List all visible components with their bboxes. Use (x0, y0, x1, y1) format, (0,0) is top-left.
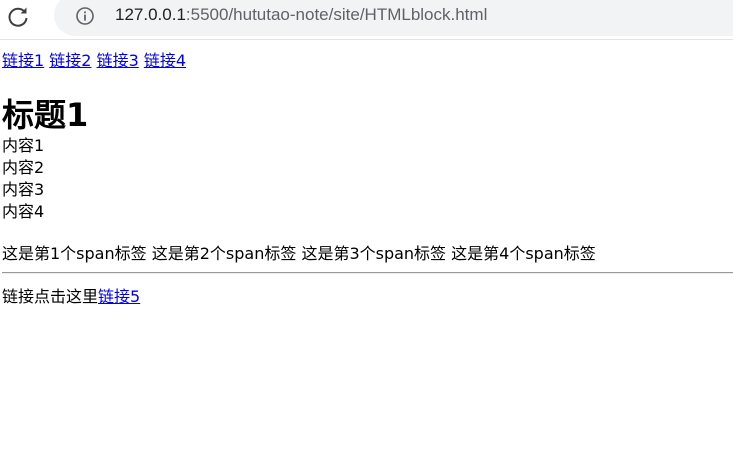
nav-link-2[interactable]: 链接2 (49, 51, 91, 70)
span-4: 这是第4个span标签 (451, 244, 596, 263)
page-content: 链接1 链接2 链接3 链接4 标题1 内容1 内容2 内容3 内容4 这是第1… (0, 50, 733, 308)
horizontal-rule (2, 272, 733, 274)
paragraph-2: 内容2 (2, 158, 45, 177)
url-path: :5500/hututao-note/site/HTMLblock.html (185, 5, 488, 24)
nav-link-1[interactable]: 链接1 (2, 51, 44, 70)
footer-link-5[interactable]: 链接5 (98, 287, 140, 306)
url-host: 127.0.0.1 (115, 5, 186, 24)
span-line: 这是第1个span标签 这是第2个span标签 这是第3个span标签 这是第4… (2, 243, 733, 265)
span-2: 这是第2个span标签 (151, 244, 297, 263)
footer-prefix: 链接点击这里 (2, 287, 99, 306)
span-3: 这是第3个span标签 (301, 244, 447, 263)
url-text[interactable]: 127.0.0.1:5500/hututao-note/site/HTMLblo… (115, 5, 487, 25)
reload-icon[interactable] (6, 5, 30, 29)
paragraph-3: 内容3 (2, 180, 45, 199)
address-bar[interactable]: 127.0.0.1:5500/hututao-note/site/HTMLblo… (54, 0, 733, 36)
nav-links: 链接1 链接2 链接3 链接4 (2, 50, 733, 72)
page-heading: 标题1 (2, 96, 89, 134)
paragraph-4: 内容4 (2, 202, 45, 221)
browser-toolbar: 127.0.0.1:5500/hututao-note/site/HTMLblo… (0, 0, 733, 40)
span-1: 这是第1个span标签 (2, 244, 147, 263)
nav-link-3[interactable]: 链接3 (97, 51, 139, 70)
footer-line: 链接点击这里链接5 (2, 286, 733, 308)
info-icon[interactable] (75, 6, 95, 26)
nav-link-4[interactable]: 链接4 (144, 51, 186, 70)
paragraph-1: 内容1 (2, 136, 45, 155)
